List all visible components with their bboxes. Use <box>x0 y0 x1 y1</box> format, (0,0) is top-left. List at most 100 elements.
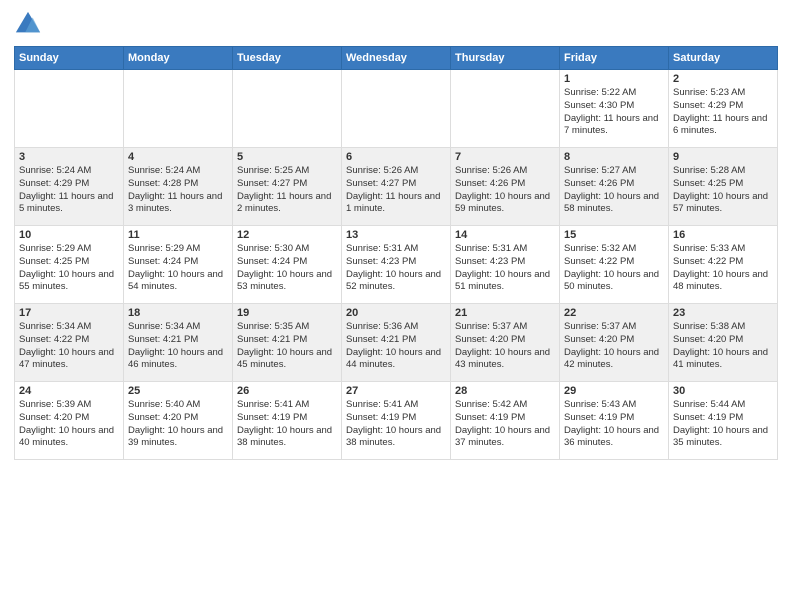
day-content: Sunrise: 5:37 AM <box>564 321 664 334</box>
day-content: Sunrise: 5:34 AM <box>19 321 119 334</box>
day-content: Sunrise: 5:41 AM <box>346 399 446 412</box>
day-content: Sunrise: 5:41 AM <box>237 399 337 412</box>
day-content: Sunset: 4:20 PM <box>128 412 228 425</box>
day-content: Daylight: 10 hours and 48 minutes. <box>673 269 773 295</box>
day-content: Sunset: 4:27 PM <box>346 178 446 191</box>
page-container: SundayMondayTuesdayWednesdayThursdayFrid… <box>0 0 792 612</box>
calendar-week-row: 3Sunrise: 5:24 AMSunset: 4:29 PMDaylight… <box>15 148 778 226</box>
calendar-cell <box>124 70 233 148</box>
day-content: Sunrise: 5:31 AM <box>346 243 446 256</box>
day-content: Daylight: 10 hours and 54 minutes. <box>128 269 228 295</box>
day-content: Sunset: 4:19 PM <box>673 412 773 425</box>
day-content: Sunrise: 5:30 AM <box>237 243 337 256</box>
logo-icon <box>14 10 42 38</box>
calendar-cell <box>342 70 451 148</box>
day-content: Sunrise: 5:40 AM <box>128 399 228 412</box>
day-content: Sunrise: 5:24 AM <box>19 165 119 178</box>
day-content: Daylight: 10 hours and 52 minutes. <box>346 269 446 295</box>
day-content: Sunrise: 5:33 AM <box>673 243 773 256</box>
weekday-header: Thursday <box>451 47 560 70</box>
day-content: Sunrise: 5:22 AM <box>564 87 664 100</box>
day-content: Sunrise: 5:26 AM <box>455 165 555 178</box>
day-number: 14 <box>455 229 555 241</box>
logo <box>14 10 46 38</box>
day-content: Sunset: 4:20 PM <box>564 334 664 347</box>
day-content: Daylight: 10 hours and 51 minutes. <box>455 269 555 295</box>
calendar-cell <box>15 70 124 148</box>
calendar-cell: 14 Sunrise: 5:31 AMSunset: 4:23 PMDayligh… <box>451 226 560 304</box>
day-content: Daylight: 10 hours and 39 minutes. <box>128 425 228 451</box>
day-content: Daylight: 10 hours and 41 minutes. <box>673 347 773 373</box>
calendar-cell <box>233 70 342 148</box>
day-number: 27 <box>346 385 446 397</box>
calendar-table: SundayMondayTuesdayWednesdayThursdayFrid… <box>14 46 778 460</box>
calendar-header-row: SundayMondayTuesdayWednesdayThursdayFrid… <box>15 47 778 70</box>
day-number: 21 <box>455 307 555 319</box>
calendar-cell: 2Sunrise: 5:23 AMSunset: 4:29 PMDaylight… <box>669 70 778 148</box>
day-number: 25 <box>128 385 228 397</box>
calendar-cell: 17Sunrise: 5:34 AMSunset: 4:22 PMDayligh… <box>15 304 124 382</box>
day-content: Sunset: 4:19 PM <box>564 412 664 425</box>
day-content: Sunset: 4:24 PM <box>237 256 337 269</box>
day-content: Sunrise: 5:23 AM <box>673 87 773 100</box>
calendar-cell: 20Sunrise: 5:36 AMSunset: 4:21 PMDayligh… <box>342 304 451 382</box>
day-content: Daylight: 10 hours and 47 minutes. <box>19 347 119 373</box>
day-number: 24 <box>19 385 119 397</box>
day-content: Sunrise: 5:34 AM <box>128 321 228 334</box>
calendar-cell: 22 Sunrise: 5:37 AMSunset: 4:20 PMDayligh… <box>560 304 669 382</box>
day-content: Sunset: 4:23 PM <box>455 256 555 269</box>
calendar-cell: 12Sunrise: 5:30 AMSunset: 4:24 PMDayligh… <box>233 226 342 304</box>
calendar-cell: 19Sunrise: 5:35 AMSunset: 4:21 PMDayligh… <box>233 304 342 382</box>
day-content: Daylight: 11 hours and 5 minutes. <box>19 191 119 217</box>
day-content: Sunset: 4:27 PM <box>237 178 337 191</box>
calendar-cell: 25 Sunrise: 5:40 AMSunset: 4:20 PMDayligh… <box>124 382 233 460</box>
day-content: Daylight: 10 hours and 50 minutes. <box>564 269 664 295</box>
calendar-cell <box>451 70 560 148</box>
day-number: 8 <box>564 151 664 163</box>
day-content: Sunrise: 5:31 AM <box>455 243 555 256</box>
day-content: Daylight: 10 hours and 38 minutes. <box>346 425 446 451</box>
day-number: 15 <box>564 229 664 241</box>
calendar-week-row: 24Sunrise: 5:39 AMSunset: 4:20 PMDayligh… <box>15 382 778 460</box>
calendar-cell: 29Sunrise: 5:43 AMSunset: 4:19 PMDayligh… <box>560 382 669 460</box>
day-content: Sunset: 4:25 PM <box>19 256 119 269</box>
day-content: Daylight: 10 hours and 45 minutes. <box>237 347 337 373</box>
day-content: Sunset: 4:26 PM <box>564 178 664 191</box>
day-number: 22 <box>564 307 664 319</box>
day-number: 7 <box>455 151 555 163</box>
calendar-cell: 18Sunrise: 5:34 AMSunset: 4:21 PMDayligh… <box>124 304 233 382</box>
day-content: Sunset: 4:20 PM <box>673 334 773 347</box>
day-content: Sunrise: 5:44 AM <box>673 399 773 412</box>
calendar-cell: 1Sunrise: 5:22 AMSunset: 4:30 PMDaylight… <box>560 70 669 148</box>
day-content: Daylight: 11 hours and 6 minutes. <box>673 113 773 139</box>
day-content: Sunrise: 5:38 AM <box>673 321 773 334</box>
day-content: Sunrise: 5:24 AM <box>128 165 228 178</box>
day-content: Sunrise: 5:43 AM <box>564 399 664 412</box>
day-number: 17 <box>19 307 119 319</box>
calendar-cell: 4Sunrise: 5:24 AMSunset: 4:28 PMDaylight… <box>124 148 233 226</box>
day-content: Sunset: 4:20 PM <box>19 412 119 425</box>
day-number: 28 <box>455 385 555 397</box>
day-content: Sunrise: 5:35 AM <box>237 321 337 334</box>
day-content: Sunrise: 5:32 AM <box>564 243 664 256</box>
day-number: 9 <box>673 151 773 163</box>
day-content: Sunset: 4:25 PM <box>673 178 773 191</box>
day-content: Sunset: 4:20 PM <box>455 334 555 347</box>
day-content: Sunrise: 5:37 AM <box>455 321 555 334</box>
day-content: Sunrise: 5:25 AM <box>237 165 337 178</box>
calendar-cell: 11Sunrise: 5:29 AMSunset: 4:24 PMDayligh… <box>124 226 233 304</box>
day-content: Sunrise: 5:29 AM <box>128 243 228 256</box>
weekday-header: Friday <box>560 47 669 70</box>
day-content: Sunset: 4:24 PM <box>128 256 228 269</box>
day-content: Daylight: 10 hours and 42 minutes. <box>564 347 664 373</box>
day-content: Sunrise: 5:29 AM <box>19 243 119 256</box>
day-content: Sunrise: 5:26 AM <box>346 165 446 178</box>
day-content: Sunrise: 5:42 AM <box>455 399 555 412</box>
day-content: Daylight: 11 hours and 1 minute. <box>346 191 446 217</box>
day-content: Daylight: 11 hours and 2 minutes. <box>237 191 337 217</box>
calendar-cell: 3Sunrise: 5:24 AMSunset: 4:29 PMDaylight… <box>15 148 124 226</box>
day-number: 30 <box>673 385 773 397</box>
day-number: 3 <box>19 151 119 163</box>
day-number: 10 <box>19 229 119 241</box>
day-content: Sunset: 4:19 PM <box>346 412 446 425</box>
